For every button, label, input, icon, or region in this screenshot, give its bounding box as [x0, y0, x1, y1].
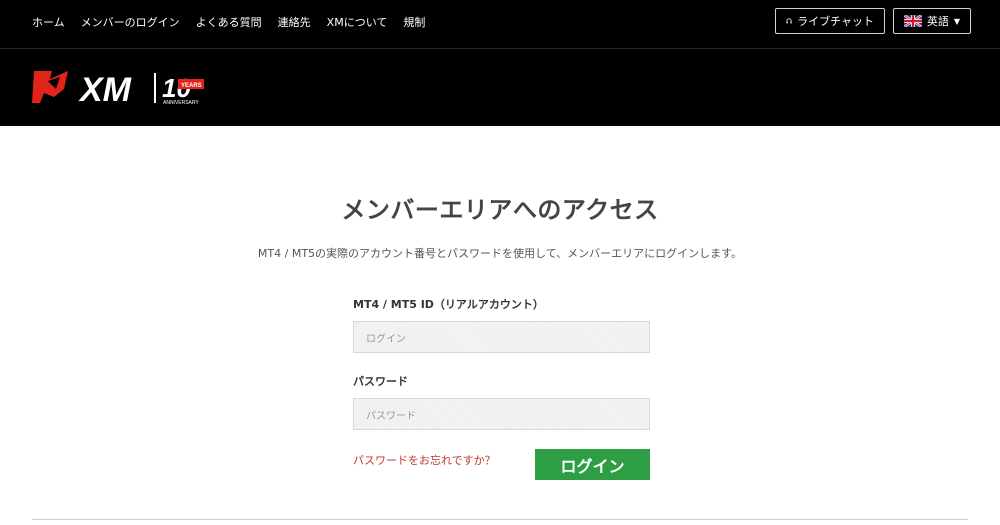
headphones-icon [786, 18, 792, 24]
password-field-label: パスワード [353, 375, 408, 388]
login-button[interactable]: ログイン [535, 449, 650, 480]
live-chat-button[interactable]: ライブチャット [775, 8, 885, 34]
forgot-password-link[interactable]: パスワードをお忘れですか？ [353, 452, 496, 468]
xm-wordmark: XM [78, 71, 132, 107]
anniversary-years: YEARS [181, 83, 202, 89]
anniversary-label: ANNIVERSARY [163, 100, 199, 106]
nav-about[interactable]: XMについて [327, 14, 388, 30]
page-subtitle: MT4 / MT5の実際のアカウント番号とパスワードを使用して、メンバーエリアに… [257, 247, 743, 260]
caret-down-icon: ▼ [953, 16, 960, 26]
top-nav: ホーム メンバーのログイン よくある質問 連絡先 XMについて 規制 [32, 0, 425, 44]
password-placeholder: パスワード [366, 410, 416, 422]
id-field-label: MT4 / MT5 ID（リアルアカウント） [353, 298, 544, 311]
top-bar: ホーム メンバーのログイン よくある質問 連絡先 XMについて 規制 ライブチャ… [0, 0, 1000, 49]
xm-10-years-logo[interactable]: XM 10 YEARS ANNIVERSARY [30, 67, 210, 107]
nav-member-login[interactable]: メンバーのログイン [81, 14, 180, 30]
nav-home[interactable]: ホーム [32, 14, 65, 30]
page-title: メンバーエリアへのアクセス [341, 196, 659, 224]
login-id-placeholder: ログイン [366, 333, 406, 345]
password-input[interactable]: パスワード [353, 398, 650, 430]
login-section: メンバーエリアへのアクセス MT4 / MT5の実際のアカウント番号とパスワード… [0, 126, 1000, 525]
nav-faq[interactable]: よくある質問 [196, 14, 262, 30]
uk-flag-icon [904, 15, 922, 27]
divider [32, 519, 968, 520]
top-right-controls: ライブチャット 英語 ▼ [775, 8, 971, 34]
live-chat-label: ライブチャット [797, 15, 874, 28]
nav-regulation[interactable]: 規制 [403, 14, 425, 30]
brand-bar: XM 10 YEARS ANNIVERSARY [0, 49, 1000, 126]
xm-mark-icon [32, 71, 68, 103]
nav-contact[interactable]: 連絡先 [278, 14, 311, 30]
login-id-input[interactable]: ログイン [353, 321, 650, 353]
language-label: 英語 [926, 15, 949, 28]
language-selector[interactable]: 英語 ▼ [893, 8, 971, 34]
